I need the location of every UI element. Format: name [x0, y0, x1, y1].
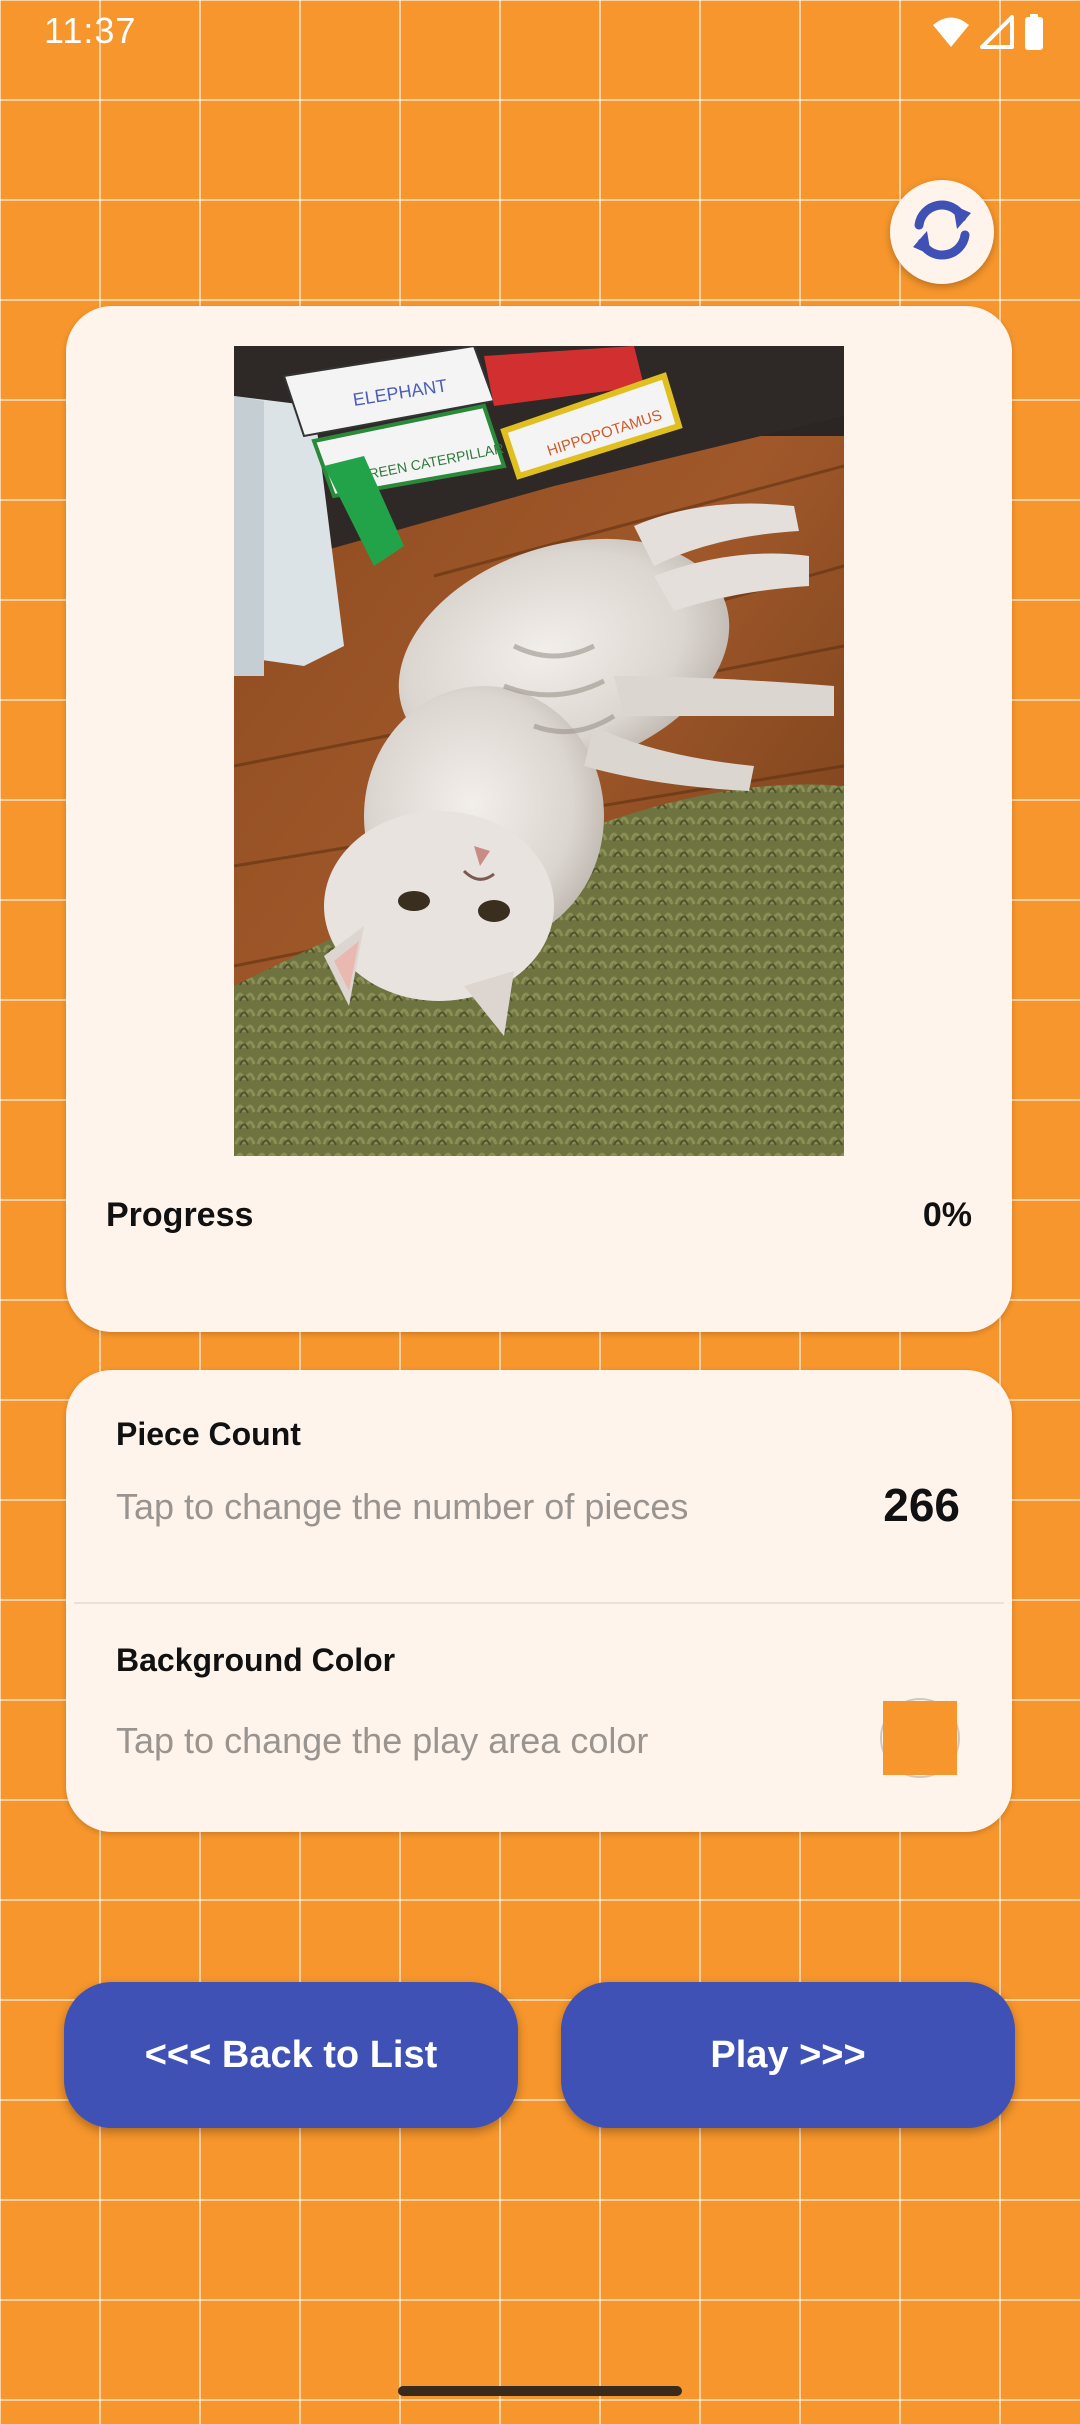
piece-count-title: Piece Count — [116, 1416, 301, 1452]
background-color-setting[interactable]: Background Color Tap to change the play … — [66, 1602, 1012, 1832]
color-swatch-frame[interactable] — [880, 1698, 960, 1778]
progress-label: Progress — [106, 1196, 254, 1234]
status-time: 11:37 — [44, 10, 137, 51]
status-bar: 11:37 — [0, 0, 1080, 64]
background-color-description: Tap to change the play area color — [116, 1720, 649, 1761]
color-swatch — [883, 1701, 957, 1775]
piece-count-description: Tap to change the number of pieces — [116, 1486, 689, 1527]
puzzle-preview-card: ELEPHANT GREEN CATERPILLAR HIPPOPOTAMUS — [66, 306, 1012, 1332]
battery-icon — [1024, 14, 1044, 50]
wifi-icon — [932, 16, 970, 48]
settings-card: Piece Count Tap to change the number of … — [66, 1370, 1012, 1832]
progress-value: 0% — [922, 1196, 972, 1234]
piece-count-value: 266 — [883, 1479, 960, 1531]
back-to-list-button[interactable]: <<< Back to List — [64, 1982, 518, 2128]
piece-count-setting[interactable]: Piece Count Tap to change the number of … — [66, 1370, 1012, 1602]
cellular-signal-icon — [980, 15, 1014, 49]
puzzle-image[interactable]: ELEPHANT GREEN CATERPILLAR HIPPOPOTAMUS — [234, 346, 844, 1156]
play-button[interactable]: Play >>> — [561, 1982, 1015, 2128]
refresh-button[interactable] — [890, 180, 994, 284]
background-color-title: Background Color — [116, 1642, 396, 1678]
home-indicator — [398, 2386, 682, 2396]
refresh-icon — [907, 195, 977, 270]
status-icons — [932, 14, 1044, 50]
